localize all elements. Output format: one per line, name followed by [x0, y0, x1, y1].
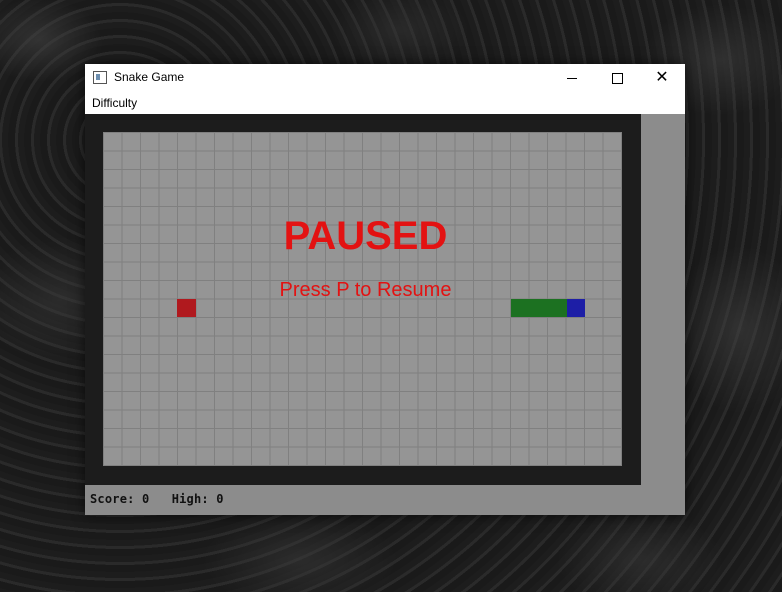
resume-hint: Press P to Resume — [279, 279, 452, 301]
score-text: Score: 0 — [90, 492, 150, 506]
status-bar: Score: 0 High: 0 — [85, 485, 685, 515]
title-bar[interactable]: Snake Game ✕ — [85, 64, 685, 92]
minimize-icon — [567, 78, 577, 79]
close-icon: ✕ — [655, 67, 669, 86]
score-display: Score: 0 High: 0 — [90, 492, 224, 506]
paused-title: PAUSED — [283, 214, 448, 258]
close-button[interactable]: ✕ — [639, 64, 685, 92]
menu-difficulty[interactable]: Difficulty — [92, 96, 137, 110]
window-title: Snake Game — [114, 70, 185, 84]
menu-bar: Difficulty — [85, 92, 685, 114]
board-frame: PAUSED Press P to Resume — [85, 114, 641, 485]
game-window: Snake Game ✕ Difficulty PAUSED Press P t… — [85, 64, 685, 515]
maximize-icon — [612, 73, 623, 84]
maximize-button[interactable] — [594, 64, 640, 92]
minimize-button[interactable] — [549, 64, 595, 92]
high-score-text: High: 0 — [171, 492, 224, 506]
app-icon — [93, 71, 107, 84]
